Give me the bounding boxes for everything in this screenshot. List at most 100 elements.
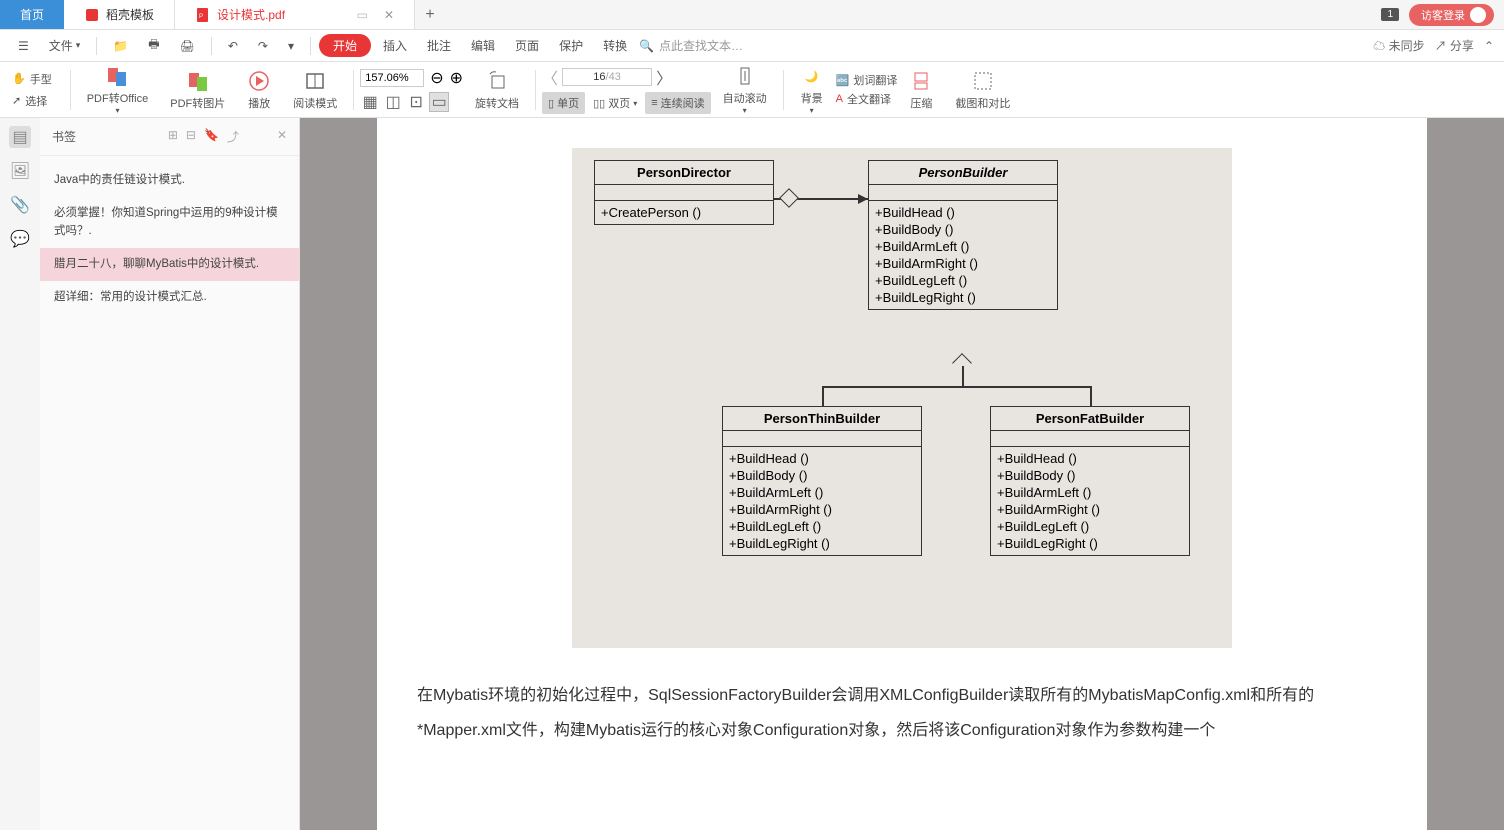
- bookmarks-sidebar: 书签 ⊞ ⊟ 🔖 ⤴ ✕ Java中的责任链设计模式. 必须掌握！你知道Spri…: [40, 118, 300, 830]
- open-icon[interactable]: 📁: [105, 35, 136, 57]
- search-icon: 🔍: [639, 39, 654, 53]
- scroll-icon: [733, 64, 757, 88]
- fit-2-icon[interactable]: ◫: [383, 92, 403, 112]
- sync-status[interactable]: ☁ 未同步: [1373, 37, 1424, 54]
- tab-template-label: 稻壳模板: [106, 6, 154, 23]
- more-menu-icon[interactable]: ▾: [280, 35, 302, 57]
- login-label: 访客登录: [1421, 7, 1465, 23]
- double-page-button[interactable]: ▯▯ 双页▾: [587, 92, 643, 114]
- menu-protect[interactable]: 保护: [551, 33, 591, 58]
- menu-edit[interactable]: 编辑: [463, 33, 503, 58]
- tab-template[interactable]: 稻壳模板: [64, 0, 175, 29]
- search-box[interactable]: 🔍 点此查找文本…: [639, 37, 743, 54]
- word-translate-button[interactable]: 🔤 划词翻译: [836, 72, 898, 88]
- diamond-aggregation-icon: [779, 188, 799, 208]
- tab-file-active[interactable]: P 设计模式.pdf ▭ ✕: [175, 0, 415, 29]
- rotate-button[interactable]: 旋转文档: [465, 69, 529, 111]
- sidebar-header: 书签 ⊞ ⊟ 🔖 ⤴ ✕: [40, 118, 299, 156]
- page-navigation: 〈 16/43 〉: [542, 65, 711, 89]
- auto-scroll-button[interactable]: 自动滚动▾: [713, 64, 777, 115]
- bookmark-nav-icon[interactable]: ⤴: [227, 128, 239, 145]
- select-tool[interactable]: ➚ 选择: [8, 91, 56, 111]
- page-input[interactable]: 16/43: [562, 68, 652, 86]
- fit-3-icon[interactable]: ⊡: [406, 92, 426, 112]
- page-prev-icon[interactable]: 〈: [542, 65, 558, 89]
- tab-add-button[interactable]: +: [415, 0, 445, 29]
- collapse-all-icon[interactable]: ⊟: [186, 128, 196, 145]
- pdf-page: PersonDirector +CreatePerson () PersonBu…: [377, 118, 1427, 830]
- pdf-to-image-button[interactable]: PDF转图片: [160, 69, 235, 111]
- bookmark-item[interactable]: 必须掌握！你知道Spring中运用的9种设计模式吗？.: [40, 197, 299, 248]
- print-icon[interactable]: 🖨: [172, 35, 203, 57]
- arrow-right-icon: [858, 194, 868, 204]
- bookmark-item[interactable]: Java中的责任链设计模式.: [40, 164, 299, 197]
- expand-all-icon[interactable]: ⊞: [168, 128, 178, 145]
- sidebar-title: 书签: [52, 128, 76, 145]
- main-area: ▤ 🖼 📎 💬 书签 ⊞ ⊟ 🔖 ⤴ ✕ Java中的责任链设计模式. 必须掌握…: [0, 118, 1504, 830]
- play-button[interactable]: 播放: [237, 69, 281, 111]
- uml-class-fat: PersonFatBuilder +BuildHead ()+BuildBody…: [990, 406, 1190, 556]
- uml-class-builder: PersonBuilder +BuildHead ()+BuildBody ()…: [868, 160, 1058, 310]
- tab-home[interactable]: 首页: [0, 0, 64, 29]
- compress-icon: [909, 69, 933, 93]
- pdf-image-icon: [186, 69, 210, 93]
- rail-bookmark-icon[interactable]: ▤: [9, 126, 31, 148]
- menu-insert[interactable]: 插入: [375, 33, 415, 58]
- menu-file[interactable]: 文件 ▾: [41, 33, 89, 58]
- read-mode-button[interactable]: 阅读模式: [283, 69, 347, 111]
- fit-4-icon[interactable]: ▭: [429, 92, 449, 112]
- avatar-icon: [1470, 7, 1486, 23]
- hamburger-icon[interactable]: ☰: [10, 35, 37, 57]
- single-page-button[interactable]: ▯ 单页: [542, 92, 585, 114]
- share-button[interactable]: ↗ 分享: [1435, 37, 1474, 54]
- menu-convert[interactable]: 转换: [595, 33, 635, 58]
- document-viewport[interactable]: PersonDirector +CreatePerson () PersonBu…: [300, 118, 1504, 830]
- moon-icon: 🌙: [800, 64, 824, 88]
- save-icon[interactable]: 🖶: [140, 31, 167, 60]
- template-icon: [84, 7, 100, 23]
- undo-icon[interactable]: ↶: [220, 35, 246, 57]
- bookmark-item[interactable]: 腊月二十八，聊聊MyBatis中的设计模式.: [40, 248, 299, 281]
- sidebar-close-icon[interactable]: ✕: [277, 128, 287, 145]
- uml-class-thin: PersonThinBuilder +BuildHead ()+BuildBod…: [722, 406, 922, 556]
- bookmark-item[interactable]: 超详细：常用的设计模式汇总.: [40, 281, 299, 314]
- play-icon: [247, 69, 271, 93]
- rail-comment-icon[interactable]: 💬: [9, 228, 31, 250]
- crop-icon: [971, 69, 995, 93]
- search-placeholder: 点此查找文本…: [659, 37, 743, 54]
- tab-close-icon[interactable]: ✕: [384, 8, 394, 22]
- menu-annotate[interactable]: 批注: [419, 33, 459, 58]
- svg-text:P: P: [199, 14, 203, 20]
- continuous-button[interactable]: ≡ 连续阅读: [645, 92, 710, 114]
- menu-bar: ☰ 文件 ▾ 📁 🖶 🖨 ↶ ↷ ▾ 开始 插入 批注 编辑 页面 保护 转换 …: [0, 30, 1504, 62]
- ribbon: ✋ 手型 ➚ 选择 PDF转Office▾ PDF转图片 播放 阅读模式 ⊖ ⊕…: [0, 62, 1504, 118]
- rotate-icon: [485, 69, 509, 93]
- pdf-icon: P: [195, 7, 211, 23]
- zoom-out-icon[interactable]: ⊖: [430, 68, 443, 88]
- uml-diagram: PersonDirector +CreatePerson () PersonBu…: [572, 148, 1232, 648]
- zoom-in-icon[interactable]: ⊕: [450, 68, 463, 88]
- zoom-input[interactable]: [360, 69, 424, 87]
- tab-menu-icon[interactable]: ▭: [357, 8, 368, 22]
- notification-badge[interactable]: 1: [1381, 8, 1399, 21]
- collapse-ribbon-icon[interactable]: ⌃: [1484, 39, 1494, 53]
- fit-1-icon[interactable]: ▦: [360, 92, 380, 112]
- rail-image-icon[interactable]: 🖼: [9, 160, 31, 182]
- full-translate-button[interactable]: A 全文翻译: [836, 91, 898, 107]
- page-next-icon[interactable]: 〉: [656, 65, 672, 89]
- book-icon: [303, 69, 327, 93]
- compress-button[interactable]: 压缩: [899, 69, 943, 111]
- menu-right: ☁ 未同步 ↗ 分享 ⌃: [1373, 37, 1494, 54]
- menu-page[interactable]: 页面: [507, 33, 547, 58]
- hand-tool[interactable]: ✋ 手型: [8, 69, 56, 89]
- pdf-to-office-button[interactable]: PDF转Office▾: [77, 64, 159, 115]
- top-right-area: 1 访客登录: [1381, 0, 1504, 29]
- bookmark-add-icon[interactable]: 🔖: [204, 128, 219, 145]
- redo-icon[interactable]: ↷: [250, 35, 276, 57]
- background-button[interactable]: 🌙 背景▾: [790, 64, 834, 115]
- left-rail: ▤ 🖼 📎 💬: [0, 118, 40, 830]
- menu-start[interactable]: 开始: [319, 34, 371, 57]
- rail-attachment-icon[interactable]: 📎: [9, 194, 31, 216]
- crop-compare-button[interactable]: 截图和对比: [945, 69, 1020, 111]
- login-button[interactable]: 访客登录: [1409, 4, 1494, 26]
